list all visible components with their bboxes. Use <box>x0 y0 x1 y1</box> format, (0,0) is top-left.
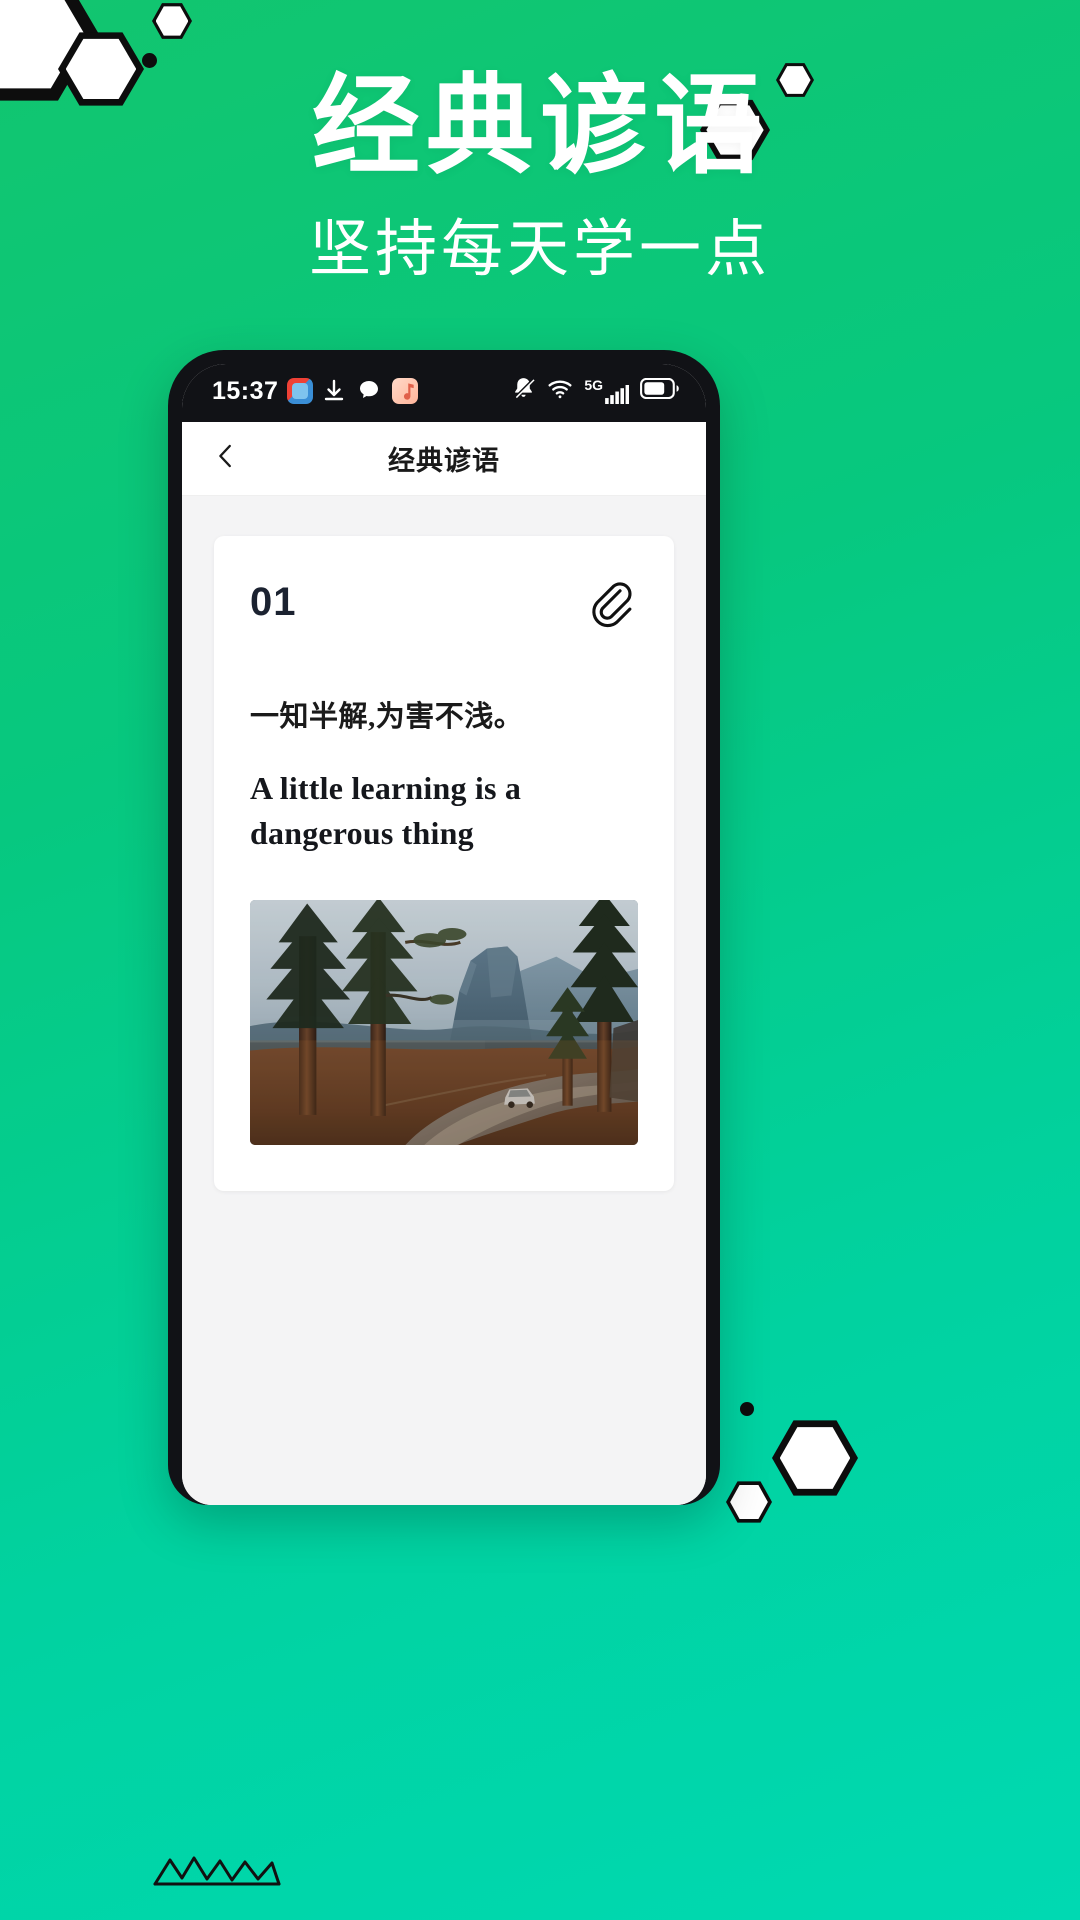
page-title: 经典谚语 <box>311 65 768 186</box>
proverb-chinese: 一知半解,为害不浅。 <box>250 701 524 733</box>
dot-decoration <box>740 1402 754 1416</box>
battery-icon <box>640 377 680 404</box>
status-bar-right: 5G <box>511 376 680 407</box>
wifi-icon <box>547 376 573 407</box>
chevron-left-icon <box>211 441 241 476</box>
landscape-illustration <box>250 900 638 1146</box>
back-button[interactable] <box>194 422 258 495</box>
card-header: 01 <box>250 580 638 630</box>
paperclip-icon[interactable] <box>592 580 638 630</box>
page-subtitle: 坚持每天学一点 <box>308 215 771 285</box>
nav-title: 经典谚语 <box>388 446 500 476</box>
status-time: 15:37 <box>212 376 279 405</box>
scribble-decoration <box>152 1853 282 1892</box>
phone-mockup: 15:37 5G 经典谚语 01 一知半解,为害不浅。 A little lea… <box>168 350 720 1505</box>
signal-5g-icon: 5G <box>584 378 629 404</box>
phone-screen: 15:37 5G 经典谚语 01 一知半解,为害不浅。 A little lea… <box>182 364 706 1505</box>
news-app-icon <box>287 378 314 404</box>
status-bar-left: 15:37 <box>212 376 419 406</box>
status-bar: 15:37 5G <box>182 364 706 422</box>
bell-muted-icon <box>511 376 536 406</box>
content-area[interactable]: 01 一知半解,为害不浅。 A little learning is a dan… <box>182 496 706 1505</box>
app-nav-bar: 经典谚语 <box>182 422 706 496</box>
poster-headline: 经典谚语 坚持每天学一点 <box>0 62 1080 288</box>
proverb-image[interactable] <box>250 900 638 1146</box>
message-icon <box>357 378 383 404</box>
music-icon <box>392 378 419 404</box>
download-icon <box>322 378 348 404</box>
network-type-label: 5G <box>584 377 603 393</box>
card-number: 01 <box>250 580 297 624</box>
proverb-card[interactable]: 01 一知半解,为害不浅。 A little learning is a dan… <box>214 536 674 1192</box>
proverb-english: A little learning is a dangerous thing <box>250 769 522 851</box>
